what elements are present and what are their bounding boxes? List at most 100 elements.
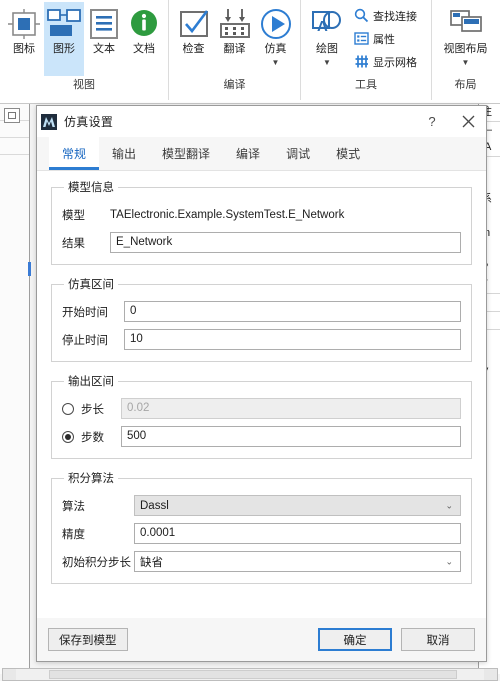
dialog-footer: 保存到模型 确定 取消 [37, 618, 486, 661]
find-connection-icon [352, 8, 370, 23]
background-selection-marker [28, 262, 31, 276]
background-tab-icon [4, 108, 20, 123]
ribbon-group-layout: 视图布局 ▼ 布局 [431, 0, 499, 100]
tab-output-label: 输出 [112, 147, 137, 161]
step-count-label: 步数 [81, 431, 104, 444]
ribbon-group-compile-label: 编译 [223, 79, 246, 91]
ok-button[interactable]: 确定 [318, 628, 392, 651]
row-result: 结果 [62, 230, 461, 255]
start-time-label: 开始时间 [62, 306, 108, 319]
ribbon-group-tools: A 绘图 ▼ 查找连接 属性 显示网格 工具 [300, 0, 431, 100]
dialog-titlebar: 仿真设置 ? [37, 106, 486, 137]
scrollbar-thumb[interactable] [49, 670, 457, 679]
ribbon-button-properties[interactable]: 属性 [349, 27, 420, 50]
row-initial-step: 初始积分步长 缺省 ⌄ [62, 549, 461, 574]
result-input[interactable] [110, 232, 461, 253]
ribbon-button-draw[interactable]: A 绘图 ▼ [305, 2, 349, 67]
row-step-size: 步长 [62, 396, 461, 421]
tab-output[interactable]: 输出 [99, 137, 149, 170]
radio-step-size[interactable] [62, 402, 74, 415]
ribbon-button-find-connection-label: 查找连接 [373, 10, 417, 23]
tab-debug-label: 调试 [286, 147, 311, 161]
step-size-input[interactable] [121, 398, 461, 419]
ribbon-group-view: 图标 图形 文本 文档 视图 [0, 0, 168, 100]
question-mark-icon: ? [428, 114, 436, 129]
tab-debug[interactable]: 调试 [273, 137, 323, 170]
tolerance-input[interactable] [134, 523, 461, 544]
tab-mode[interactable]: 模式 [323, 137, 373, 170]
text-lines-icon [87, 5, 121, 43]
tab-mode-label: 模式 [336, 147, 361, 161]
simulation-settings-dialog: 仿真设置 ? 常规 输出 模型翻译 编译 调试 模式 模型信息 模型 TAEle… [36, 105, 487, 662]
stop-time-input[interactable] [124, 329, 461, 350]
dialog-tabstrip: 常规 输出 模型翻译 编译 调试 模式 [37, 137, 486, 170]
ribbon-button-properties-label: 属性 [373, 33, 395, 46]
ribbon-button-simulate[interactable]: 仿真 ▼ [255, 2, 296, 67]
row-start-time: 开始时间 [62, 299, 461, 324]
tab-model-translation[interactable]: 模型翻译 [149, 137, 223, 170]
step-count-input[interactable] [121, 426, 461, 447]
info-circle-icon [128, 5, 160, 43]
step-size-label: 步长 [81, 403, 104, 416]
ribbon-group-compile: 检查 翻译 仿真 ▼ 编译 [168, 0, 300, 100]
ribbon-button-view-layout[interactable]: 视图布局 ▼ [436, 2, 495, 67]
chevron-down-icon[interactable]: ▼ [323, 59, 331, 67]
tab-general-label: 常规 [62, 147, 87, 161]
radio-step-count[interactable] [62, 430, 74, 443]
chevron-down-icon[interactable]: ▼ [272, 59, 280, 67]
ribbon-toolbar: 图标 图形 文本 文档 视图 检查 翻译 仿真 ▼ 编译 A 绘图 ▼ 查找连接… [0, 0, 500, 104]
start-time-input[interactable] [124, 301, 461, 322]
row-stop-time: 停止时间 [62, 327, 461, 352]
close-icon [462, 115, 475, 128]
ribbon-button-translate[interactable]: 翻译 [214, 2, 255, 56]
tab-compile[interactable]: 编译 [223, 137, 273, 170]
group-model-info-legend: 模型信息 [68, 182, 114, 194]
svg-text:A: A [317, 18, 328, 35]
algorithm-select[interactable]: Dassl ⌄ [134, 495, 461, 516]
group-integration-algorithm-legend: 积分算法 [68, 473, 114, 485]
ribbon-button-find-connection[interactable]: 查找连接 [349, 4, 420, 27]
ribbon-button-document-label: 文档 [133, 43, 155, 55]
group-integration-algorithm: 积分算法 算法 Dassl ⌄ 精度 初始积分步长 缺省 ⌄ [51, 470, 472, 584]
ribbon-button-text[interactable]: 文本 [84, 2, 124, 56]
ribbon-button-icon[interactable]: 图标 [4, 2, 44, 56]
horizontal-scrollbar[interactable] [2, 668, 498, 681]
tolerance-label: 精度 [62, 528, 85, 541]
group-model-info: 模型信息 模型 TAElectronic.Example.SystemTest.… [51, 179, 472, 265]
view-layout-icon [448, 5, 484, 43]
algorithm-label: 算法 [62, 500, 85, 513]
ribbon-button-check[interactable]: 检查 [173, 2, 214, 56]
chevron-down-icon[interactable]: ▼ [462, 59, 470, 67]
scroll-right-arrow-icon[interactable] [484, 669, 497, 680]
cancel-button[interactable]: 取消 [401, 628, 475, 651]
initial-step-label: 初始积分步长 [62, 556, 131, 569]
ribbon-button-show-grid[interactable]: 显示网格 [349, 50, 420, 73]
row-model: 模型 TAElectronic.Example.SystemTest.E_Net… [62, 202, 461, 227]
ribbon-button-diagram-label: 图形 [53, 43, 75, 55]
model-value: TAElectronic.Example.SystemTest.E_Networ… [110, 208, 345, 221]
close-button[interactable] [450, 107, 486, 137]
ribbon-button-simulate-label: 仿真 [264, 43, 287, 55]
background-left-tab-strip [0, 104, 30, 674]
row-algorithm: 算法 Dassl ⌄ [62, 493, 461, 518]
scroll-left-arrow-icon[interactable] [3, 669, 16, 680]
dialog-title: 仿真设置 [64, 115, 114, 129]
ribbon-group-layout-label: 布局 [454, 79, 477, 91]
group-simulation-interval-legend: 仿真区间 [68, 279, 114, 291]
ribbon-button-show-grid-label: 显示网格 [373, 56, 417, 69]
model-label: 模型 [62, 209, 85, 222]
translate-grid-icon [217, 5, 253, 43]
chevron-down-icon: ⌄ [445, 556, 453, 566]
ribbon-group-tools-label: 工具 [355, 79, 377, 91]
initial-step-value: 缺省 [140, 556, 163, 569]
ribbon-button-document[interactable]: 文档 [124, 2, 164, 56]
group-output-interval-legend: 输出区间 [68, 376, 114, 388]
stop-time-label: 停止时间 [62, 334, 108, 347]
initial-step-select[interactable]: 缺省 ⌄ [134, 551, 461, 572]
tab-general[interactable]: 常规 [49, 137, 100, 170]
ribbon-button-diagram[interactable]: 图形 [44, 2, 84, 76]
checkmark-box-icon [177, 5, 211, 43]
draw-shapes-icon: A [310, 5, 344, 43]
save-to-model-button[interactable]: 保存到模型 [48, 628, 128, 651]
help-button[interactable]: ? [414, 107, 450, 137]
